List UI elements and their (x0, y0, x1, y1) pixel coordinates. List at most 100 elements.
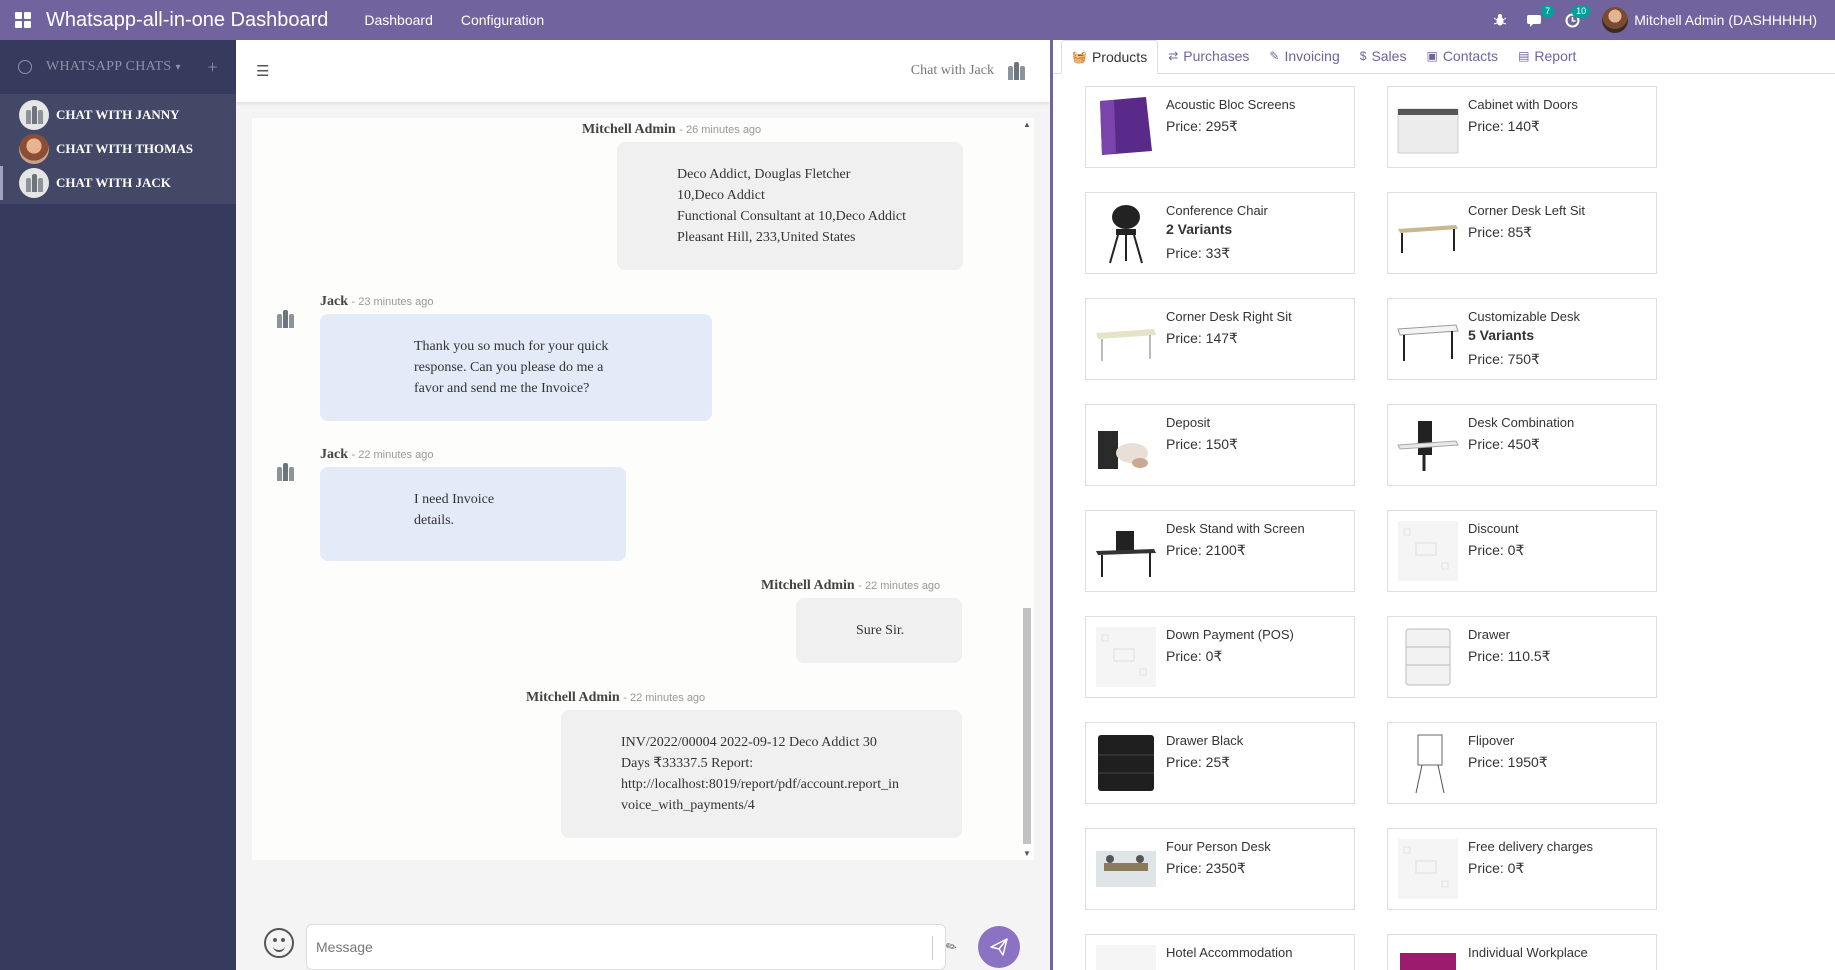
product-price: Price: 450₹ (1468, 436, 1540, 452)
product-price: Price: 85₹ (1468, 224, 1533, 240)
message-line: Pleasant Hill, 233,United States (677, 230, 856, 245)
apps-menu-icon[interactable] (0, 0, 46, 40)
send-button[interactable] (978, 926, 1020, 968)
tab-report[interactable]: ▤ Report (1508, 39, 1586, 73)
message-author: Mitchell Admin (526, 690, 620, 705)
message-time: - 22 minutes ago (858, 580, 941, 592)
panel-tabs: 🧺 Products ⇄ Purchases ✎ Invoicing $ Sales ▣… (1053, 40, 1835, 74)
tab-sales[interactable]: $ Sales (1350, 39, 1417, 73)
product-image (1398, 521, 1458, 581)
product-card[interactable]: Drawer Price: 110.5₹ (1387, 616, 1657, 698)
scrollbar-thumb[interactable] (1023, 608, 1031, 844)
product-card[interactable]: Customizable Desk 5 Variants Price: 750₹ (1387, 298, 1657, 380)
message-bubble: Sure Sir. (796, 598, 962, 663)
product-card[interactable]: Flipover Price: 1950₹ (1387, 722, 1657, 804)
add-chat-button[interactable]: + (208, 57, 218, 78)
product-card[interactable]: Hotel Accommodation (1085, 934, 1355, 970)
message-meta: Jack - 22 minutes ago (320, 447, 626, 463)
product-image (1096, 531, 1156, 577)
product-price: Price: 0₹ (1166, 648, 1223, 664)
product-card[interactable]: Down Payment (POS) Price: 0₹ (1085, 616, 1355, 698)
message-line: Deco Addict, Douglas Fletcher (677, 167, 851, 182)
tab-products[interactable]: 🧺 Products (1061, 40, 1159, 74)
scroll-down-icon[interactable]: ▼ (1023, 849, 1031, 858)
tab-label: Contacts (1442, 48, 1499, 64)
activities-badge: 10 (1572, 5, 1591, 18)
bug-icon[interactable] (1485, 0, 1515, 40)
product-card[interactable]: Desk Combination Price: 450₹ (1387, 404, 1657, 486)
chat-item-label: CHAT WITH JACK (56, 175, 171, 190)
product-name: Flipover (1468, 733, 1515, 748)
message-thread[interactable]: Mitchell Admin - 26 minutes ago Deco Add… (252, 118, 1034, 860)
product-price: Price: 110.5₹ (1468, 648, 1551, 664)
message-outgoing: Mitchell Admin - 22 minutes ago Sure Sir… (761, 578, 962, 663)
avatar (19, 134, 49, 164)
message-author: Jack (320, 447, 348, 462)
user-menu[interactable]: Mitchell Admin (DASHHHHH) (1602, 7, 1817, 33)
product-card[interactable]: Four Person Desk Price: 2350₹ (1085, 828, 1355, 910)
divider (932, 936, 933, 960)
product-card[interactable]: Desk Stand with Screen Price: 2100₹ (1085, 510, 1355, 592)
message-scrollbar[interactable]: ▲ ▼ (1022, 118, 1032, 860)
product-image (1100, 97, 1152, 155)
sidebar-header: WHATSAPP CHATS ▾ + (0, 40, 236, 94)
message-input[interactable] (306, 924, 946, 970)
product-card[interactable]: Drawer Black Price: 25₹ (1085, 722, 1355, 804)
tab-invoicing[interactable]: ✎ Invoicing (1259, 39, 1349, 73)
product-name: Corner Desk Left Sit (1468, 203, 1586, 218)
message-line: 10,Deco Addict (677, 188, 765, 203)
message-author: Jack (320, 294, 348, 309)
product-price: Price: 25₹ (1166, 754, 1231, 770)
product-price: Price: 0₹ (1468, 860, 1525, 876)
product-card[interactable]: Conference Chair 2 Variants Price: 33₹ (1085, 192, 1355, 274)
chevron-down-icon[interactable]: ▾ (175, 62, 180, 73)
menu-configuration[interactable]: Configuration (461, 12, 544, 28)
message-line: INV/2022/00004 2022-09-12 Deco Addict 30 (621, 735, 877, 750)
tab-label: Sales (1371, 48, 1407, 64)
product-card[interactable]: Individual Workplace (1387, 934, 1657, 970)
scroll-up-icon[interactable]: ▲ (1023, 120, 1031, 129)
product-card[interactable]: Cabinet with Doors Price: 140₹ (1387, 86, 1657, 168)
menu-dashboard[interactable]: Dashboard (364, 12, 433, 28)
message-author: Mitchell Admin (582, 122, 676, 137)
messages-icon[interactable]: 7 (1521, 0, 1555, 40)
activities-clock-icon[interactable]: 10 (1557, 0, 1591, 40)
product-name: Customizable Desk (1468, 309, 1580, 324)
product-name: Drawer (1468, 627, 1510, 642)
message-time: - 23 minutes ago (351, 296, 434, 308)
chat-title: Chat with Jack (911, 57, 1030, 85)
message-bubble: Thank you so much for your quick respons… (320, 314, 712, 421)
emoji-icon[interactable] (264, 928, 294, 958)
tab-label: Invoicing (1284, 48, 1340, 64)
message-incoming: Jack - 23 minutes ago Thank you so much … (276, 294, 712, 421)
product-card[interactable]: Deposit Price: 150₹ (1085, 404, 1355, 486)
product-name: Discount (1468, 521, 1519, 536)
chat-item-jack[interactable]: CHAT WITH JACK (0, 166, 236, 200)
tab-purchases[interactable]: ⇄ Purchases (1158, 39, 1259, 73)
report-icon: ▤ (1518, 49, 1530, 63)
message-line: Days ₹33337.5 Report: (621, 756, 754, 771)
exchange-icon: ⇄ (1168, 49, 1179, 63)
product-name: Hotel Accommodation (1166, 945, 1293, 960)
chat-item-janny[interactable]: CHAT WITH JANNY (0, 98, 236, 132)
chat-item-thomas[interactable]: CHAT WITH THOMAS (0, 132, 236, 166)
sidebar-title[interactable]: WHATSAPP CHATS (46, 59, 171, 75)
hamburger-menu-icon[interactable]: ☰ (256, 62, 269, 80)
product-image (1397, 108, 1459, 154)
avatar (1002, 57, 1030, 85)
product-image (1096, 627, 1156, 687)
chat-list: CHAT WITH JANNY CHAT WITH THOMAS CHAT WI… (0, 94, 236, 204)
product-card[interactable]: Corner Desk Right Sit Price: 147₹ (1085, 298, 1355, 380)
chat-item-label: CHAT WITH THOMAS (56, 141, 194, 156)
product-name: Desk Stand with Screen (1166, 521, 1305, 536)
product-card[interactable]: Acoustic Bloc Screens Price: 295₹ (1085, 86, 1355, 168)
product-image (1096, 945, 1156, 970)
message-line: voice_with_payments/4 (621, 798, 755, 813)
product-card[interactable]: Corner Desk Left Sit Price: 85₹ (1387, 192, 1657, 274)
product-card[interactable]: Free delivery charges Price: 0₹ (1387, 828, 1657, 910)
avatar (19, 100, 49, 130)
dollar-icon: $ (1359, 49, 1367, 63)
product-card[interactable]: Discount Price: 0₹ (1387, 510, 1657, 592)
tab-contacts[interactable]: ▣ Contacts (1416, 39, 1508, 73)
app-brand[interactable]: Whatsapp-all-in-one Dashboard (46, 9, 328, 32)
